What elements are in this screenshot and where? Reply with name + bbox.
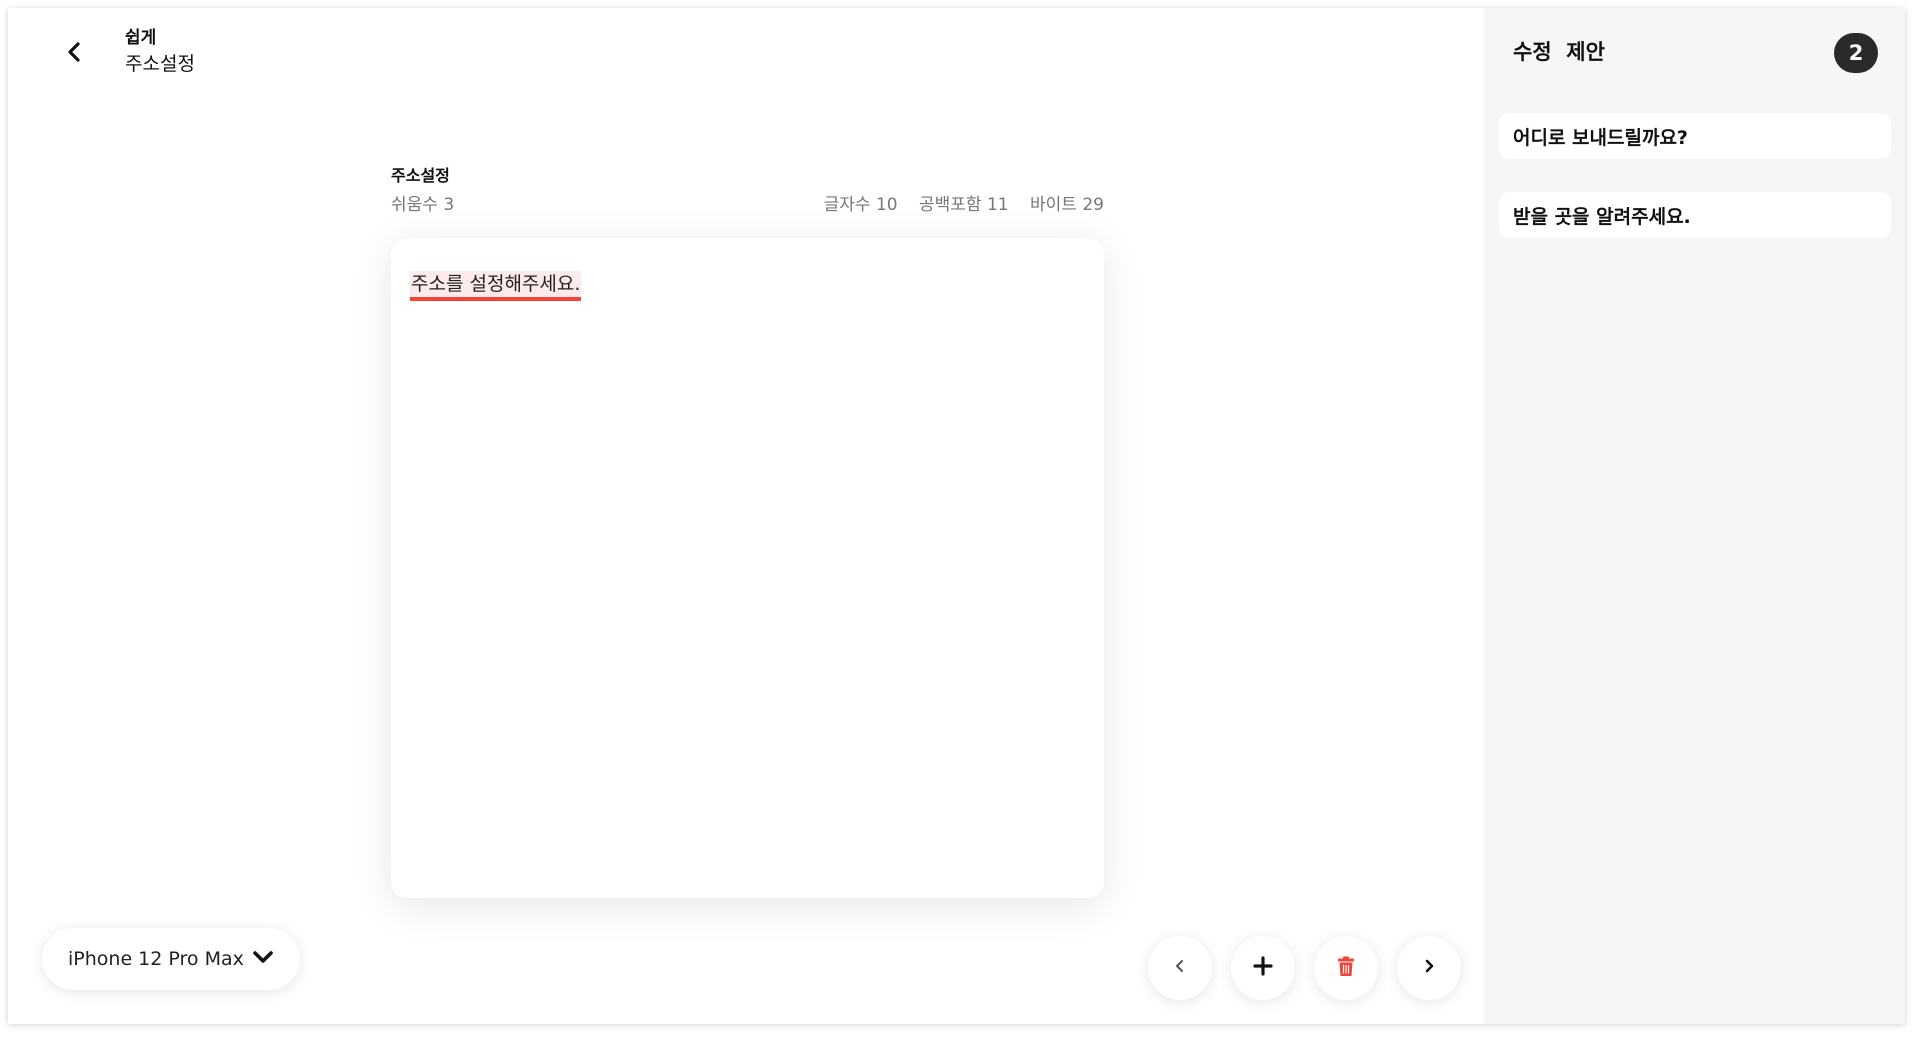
- byte-count-stat: 바이트 29: [1030, 195, 1104, 215]
- back-button[interactable]: [56, 36, 92, 72]
- page-subtitle: 주소설정: [125, 53, 195, 75]
- device-select[interactable]: iPhone 12 Pro Max: [42, 928, 300, 990]
- delete-button[interactable]: [1314, 936, 1378, 1000]
- chevron-left-icon: [1174, 958, 1186, 978]
- highlighted-text[interactable]: 주소를 설정해주세요.: [410, 271, 582, 301]
- sidebar-title: 수정 제안: [1513, 40, 1605, 64]
- page-title: 쉽게: [125, 28, 157, 48]
- char-count-stat: 글자수 10: [823, 195, 898, 215]
- main-panel: 쉽게 주소설정 주소설정 쉬움수 3 글자수 10 공백포함 11 바이트 29…: [8, 8, 1484, 1024]
- with-spaces-stat: 공백포함 11: [919, 195, 1009, 215]
- text-editor[interactable]: 주소를 설정해주세요.: [391, 238, 1104, 898]
- page-header: 쉽게 주소설정: [125, 26, 195, 78]
- app-window: 쉽게 주소설정 주소설정 쉬움수 3 글자수 10 공백포함 11 바이트 29…: [8, 8, 1905, 1024]
- trash-icon: [1337, 956, 1355, 981]
- suggestion-count-badge: 2: [1834, 33, 1878, 73]
- rest-count-stat: 쉬움수 3: [391, 195, 455, 215]
- suggestions-sidebar: 수정 제안 2 어디로 보내드릴까요? 받을 곳을 알려주세요.: [1484, 8, 1905, 1024]
- editor-stats: 쉬움수 3 글자수 10 공백포함 11 바이트 29: [391, 193, 1104, 217]
- suggestion-item[interactable]: 어디로 보내드릴까요?: [1499, 113, 1891, 159]
- plus-icon: [1253, 956, 1273, 980]
- chevron-right-icon: [1423, 958, 1435, 978]
- chevron-down-icon: [252, 949, 274, 969]
- chevron-left-icon: [66, 41, 82, 67]
- add-button[interactable]: [1231, 936, 1295, 1000]
- editor-meta: 주소설정 쉬움수 3 글자수 10 공백포함 11 바이트 29: [391, 165, 1104, 217]
- suggestion-item[interactable]: 받을 곳을 알려주세요.: [1499, 192, 1891, 238]
- text-stats-group: 글자수 10 공백포함 11 바이트 29: [808, 193, 1104, 217]
- device-select-value: iPhone 12 Pro Max: [68, 948, 244, 970]
- next-button[interactable]: [1397, 936, 1461, 1000]
- editor-label: 주소설정: [391, 166, 450, 185]
- prev-button[interactable]: [1148, 936, 1212, 1000]
